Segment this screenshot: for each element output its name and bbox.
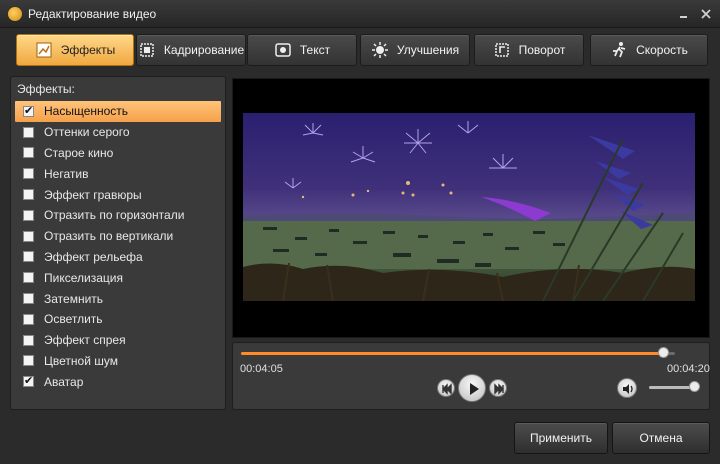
checkbox[interactable] bbox=[23, 126, 34, 138]
play-icon[interactable] bbox=[458, 374, 486, 402]
app-icon bbox=[8, 7, 22, 21]
crop-icon bbox=[138, 41, 156, 59]
effect-label: Эффект спрея bbox=[44, 333, 126, 348]
current-time: 00:04:05 bbox=[240, 363, 283, 375]
effect-label: Осветлить bbox=[44, 312, 103, 327]
volume-icon[interactable] bbox=[617, 378, 637, 398]
playback-controls: 00:04:05 00:04:20 bbox=[232, 342, 710, 410]
effect-item-darken[interactable]: Затемнить bbox=[15, 288, 221, 309]
speed-runner-icon bbox=[610, 41, 628, 59]
effects-list: Насыщенность Оттенки серого Старое кино … bbox=[15, 101, 221, 392]
rotate-icon bbox=[493, 41, 511, 59]
effect-label: Негатив bbox=[44, 166, 89, 181]
effect-item-old-film[interactable]: Старое кино bbox=[15, 143, 221, 164]
checkbox[interactable] bbox=[23, 104, 34, 117]
checkbox[interactable] bbox=[23, 313, 34, 325]
effect-item-saturation[interactable]: Насыщенность bbox=[15, 101, 221, 122]
tab-bar: Эффекты Кадрирование Текст Улучшения Пов… bbox=[8, 30, 712, 70]
effect-item-engraving[interactable]: Эффект гравюры bbox=[15, 184, 221, 205]
effect-label: Отразить по вертикали bbox=[44, 229, 174, 244]
effect-label: Насыщенность bbox=[44, 104, 129, 119]
effects-icon bbox=[35, 41, 53, 59]
apply-button[interactable]: Применить bbox=[514, 422, 608, 454]
tab-rotate[interactable]: Поворот bbox=[474, 34, 584, 66]
effects-heading: Эффекты: bbox=[17, 82, 75, 96]
next-icon[interactable] bbox=[489, 379, 507, 397]
close-icon[interactable] bbox=[698, 6, 714, 22]
effect-item-pixelate[interactable]: Пикселизация bbox=[15, 267, 221, 288]
checkbox[interactable] bbox=[23, 189, 34, 201]
effect-label: Старое кино bbox=[44, 145, 114, 160]
effect-item-flip-vertical[interactable]: Отразить по вертикали bbox=[15, 226, 221, 247]
checkbox[interactable] bbox=[23, 209, 34, 221]
end-time: 00:04:20 bbox=[667, 363, 710, 375]
checkbox[interactable] bbox=[23, 272, 34, 284]
effect-item-negative[interactable]: Негатив bbox=[15, 163, 221, 184]
video-preview bbox=[232, 78, 710, 338]
tab-enhancements[interactable]: Улучшения bbox=[360, 34, 470, 66]
tab-effects[interactable]: Эффекты bbox=[16, 34, 134, 66]
effect-item-grayscale[interactable]: Оттенки серого bbox=[15, 122, 221, 143]
brightness-icon bbox=[371, 41, 389, 59]
tab-speed[interactable]: Скорость bbox=[590, 34, 708, 66]
tab-label: Текст bbox=[299, 43, 331, 57]
volume-handle[interactable] bbox=[688, 381, 700, 392]
tab-crop[interactable]: Кадрирование bbox=[136, 34, 246, 66]
tab-label: Кадрирование bbox=[163, 43, 245, 57]
effect-item-lighten[interactable]: Осветлить bbox=[15, 309, 221, 330]
effect-label: Отразить по горизонтали bbox=[44, 208, 185, 223]
effects-panel: Эффекты: Насыщенность Оттенки серого Ста… bbox=[10, 76, 226, 410]
tab-label: Скорость bbox=[636, 43, 688, 57]
effect-item-color-noise[interactable]: Цветной шум bbox=[15, 351, 221, 372]
tab-label: Эффекты bbox=[60, 43, 116, 57]
checkbox[interactable] bbox=[23, 355, 34, 367]
text-icon bbox=[274, 41, 292, 59]
minimize-icon[interactable] bbox=[676, 6, 692, 22]
effect-label: Аватар bbox=[44, 374, 84, 389]
checkbox[interactable] bbox=[23, 230, 34, 242]
checkbox[interactable] bbox=[23, 251, 34, 263]
effect-label: Пикселизация bbox=[44, 270, 123, 285]
effect-label: Оттенки серого bbox=[44, 125, 130, 140]
checkbox[interactable] bbox=[23, 374, 34, 388]
effect-label: Эффект рельефа bbox=[44, 249, 143, 264]
seek-progress bbox=[241, 352, 665, 355]
video-frame bbox=[243, 113, 695, 301]
effect-item-spray[interactable]: Эффект спрея bbox=[15, 330, 221, 351]
checkbox[interactable] bbox=[23, 147, 34, 159]
cancel-button[interactable]: Отмена bbox=[612, 422, 710, 454]
effect-item-emboss[interactable]: Эффект рельефа bbox=[15, 247, 221, 268]
tab-label: Поворот bbox=[518, 43, 566, 57]
effect-label: Эффект гравюры bbox=[44, 187, 142, 202]
seek-handle[interactable] bbox=[658, 347, 670, 358]
effect-item-flip-horizontal[interactable]: Отразить по горизонтали bbox=[15, 205, 221, 226]
tab-label: Улучшения bbox=[396, 43, 460, 57]
window-title: Редактирование видео bbox=[28, 7, 157, 21]
effect-item-avatar[interactable]: Аватар bbox=[15, 371, 221, 392]
checkbox[interactable] bbox=[23, 334, 34, 346]
previous-icon[interactable] bbox=[437, 379, 455, 397]
checkbox[interactable] bbox=[23, 293, 34, 305]
tab-text[interactable]: Текст bbox=[247, 34, 357, 66]
title-bar: Редактирование видео bbox=[0, 0, 720, 28]
checkbox[interactable] bbox=[23, 168, 34, 180]
seek-bar[interactable] bbox=[241, 352, 675, 355]
effect-label: Затемнить bbox=[44, 291, 104, 306]
effect-label: Цветной шум bbox=[44, 353, 118, 368]
